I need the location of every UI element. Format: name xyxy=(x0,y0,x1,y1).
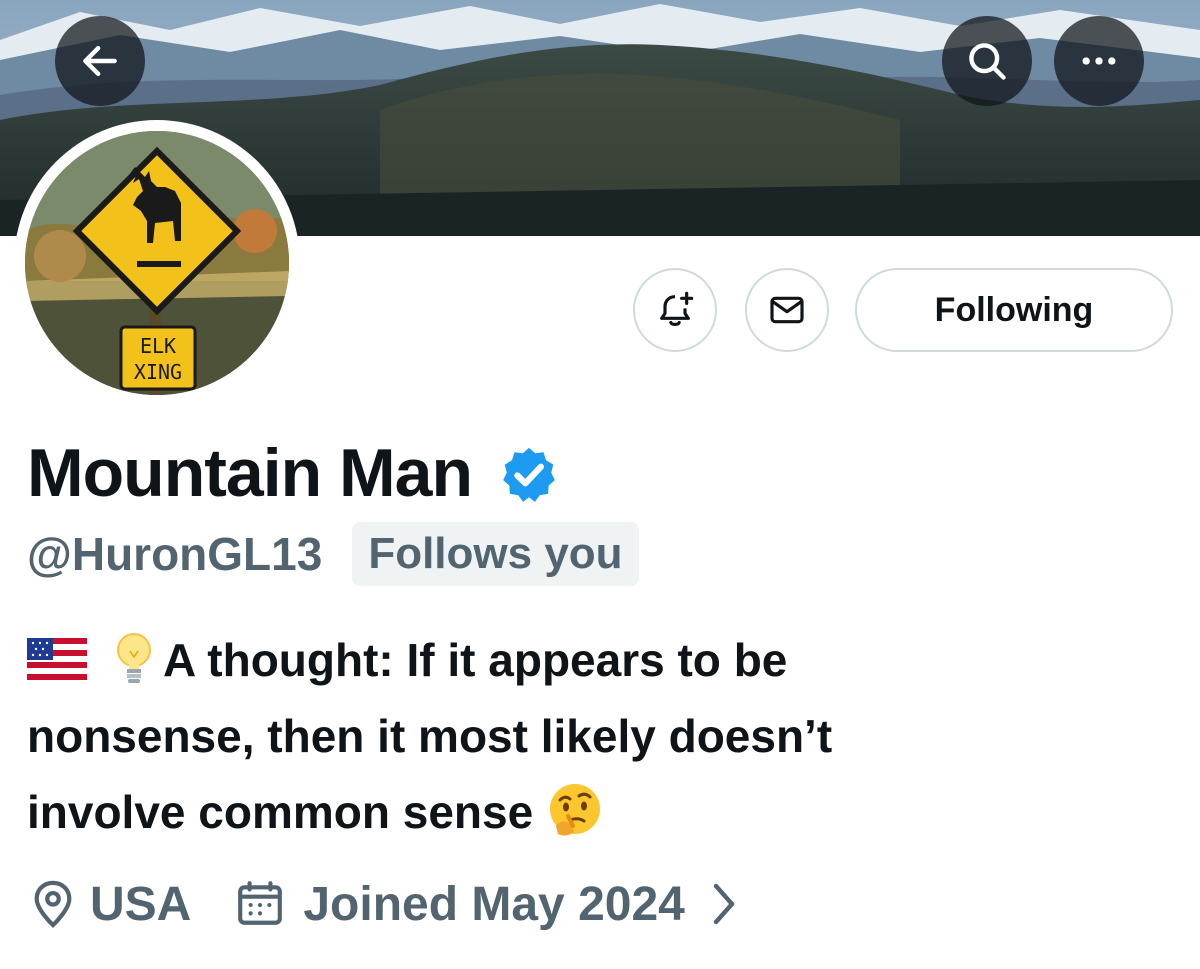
sign-text-1: ELK xyxy=(140,334,176,358)
verified-badge-icon[interactable] xyxy=(498,444,560,506)
notifications-button[interactable] xyxy=(633,268,717,352)
handle: @HuronGL13 xyxy=(27,528,323,580)
name-row: Mountain Man xyxy=(27,428,560,518)
sign-text-2: XING xyxy=(134,360,182,384)
avatar-image: ELK XING xyxy=(25,131,289,395)
search-button[interactable] xyxy=(942,16,1032,106)
more-horizontal-icon xyxy=(1082,57,1116,65)
bio-line-1: A thought: If it appears to be xyxy=(163,634,788,686)
follows-you-badge: Follows you xyxy=(352,522,639,586)
bio-line-3: involve common sense xyxy=(27,786,534,838)
arrow-left-icon xyxy=(83,45,117,77)
joined-date[interactable]: Joined May 2024 xyxy=(303,877,685,932)
back-button[interactable] xyxy=(55,16,145,106)
envelope-icon xyxy=(770,296,804,324)
light-bulb-icon xyxy=(113,631,155,687)
calendar-icon xyxy=(238,881,283,925)
location-pin-icon xyxy=(34,880,72,928)
bio: A thought: If it appears to be nonsense,… xyxy=(27,622,1177,850)
following-button[interactable]: Following xyxy=(855,268,1173,352)
more-button[interactable] xyxy=(1054,16,1144,106)
flag-usa-icon xyxy=(27,637,87,680)
message-button[interactable] xyxy=(745,268,829,352)
thinking-face-icon xyxy=(546,782,604,840)
handle-row: @HuronGL13 Follows you xyxy=(27,522,639,586)
search-icon xyxy=(969,43,1006,80)
profile-meta-row: USA Joined May 2024 xyxy=(30,872,737,936)
bio-line-2: nonsense, then it most likely doesn’t xyxy=(27,710,833,762)
location-text: USA xyxy=(90,877,192,931)
chevron-right-icon[interactable] xyxy=(711,882,737,926)
bell-plus-icon xyxy=(660,291,694,326)
display-name: Mountain Man xyxy=(27,435,473,511)
avatar[interactable]: ELK XING xyxy=(14,120,300,406)
profile-page: ELK XING Following Mountain Man @HuronGL… xyxy=(0,0,1200,969)
